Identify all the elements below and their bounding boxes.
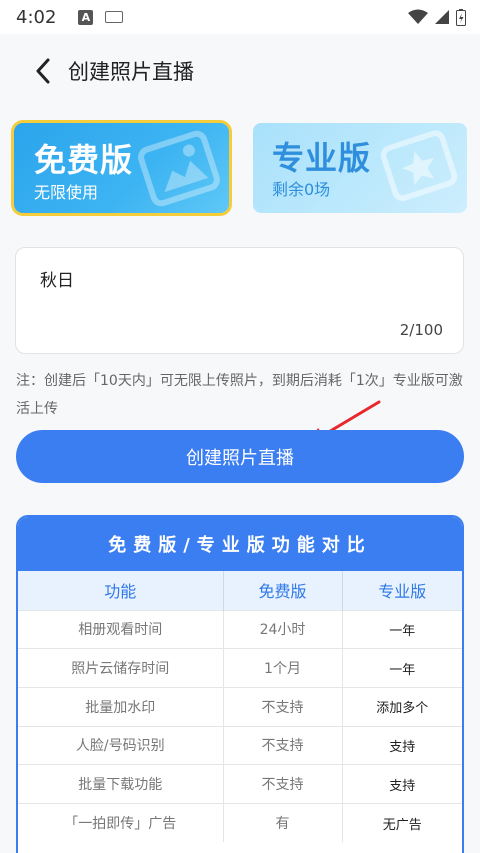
activation-note: 注：创建后「10天内」可无限上传照片，到期后消耗「1次」专业版可激活上传 xyxy=(16,373,463,417)
plan-free-sub: 无限使用 xyxy=(34,183,99,202)
feature-cell: 批量下载功能 xyxy=(18,764,224,804)
pro-cell: 一年 xyxy=(342,609,462,649)
nav-bar: 创建照片直播 xyxy=(0,34,480,108)
free-cell: 24小时 xyxy=(223,609,343,649)
back-button[interactable] xyxy=(30,56,56,86)
table-row: 人脸/号码识别 不支持 支持 xyxy=(18,725,462,765)
free-cell: 不支持 xyxy=(223,764,343,804)
comparison-table: 免费版/专业版功能对比 功能 免费版 专业版 相册观看时间 24小时 一年 照片… xyxy=(16,515,464,853)
header-feature: 功能 xyxy=(18,571,224,610)
free-cell: 不支持 xyxy=(223,725,343,765)
plan-free-name: 免费版 xyxy=(34,141,134,179)
chevron-left-icon xyxy=(36,58,50,84)
status-bar: 4:02 A xyxy=(0,0,480,34)
free-cell: 不支持 xyxy=(223,686,343,727)
photo-ticket-icon xyxy=(138,130,220,207)
plan-card-free[interactable]: 免费版 无限使用 xyxy=(11,120,232,216)
album-title-input[interactable]: 秋日 2/100 xyxy=(15,247,464,354)
feature-cell: 「一拍即传」广告 xyxy=(18,802,224,843)
pro-cell: 添加多个 xyxy=(342,686,462,727)
keyboard-icon xyxy=(105,11,124,23)
cellular-icon xyxy=(435,10,449,24)
table-row: 相册观看时间 24小时 一年 xyxy=(18,609,462,649)
table-header-row: 功能 免费版 专业版 xyxy=(18,571,462,610)
pro-cell: 支持 xyxy=(342,764,462,804)
header-free: 免费版 xyxy=(223,571,343,610)
battery-icon xyxy=(456,8,466,26)
page-title: 创建照片直播 xyxy=(68,60,194,84)
star-ticket-icon xyxy=(380,130,458,201)
feature-cell: 相册观看时间 xyxy=(18,609,224,649)
table-row: 照片云储存时间 1个月 一年 xyxy=(18,648,462,688)
pro-cell: 支持 xyxy=(342,725,462,765)
character-counter: 2/100 xyxy=(399,321,443,339)
table-row: 批量加水印 不支持 添加多个 xyxy=(18,686,462,727)
plan-card-pro[interactable]: 专业版 剩余0场 xyxy=(253,123,467,213)
table-row: 「一拍即传」广告 有 无广告 xyxy=(18,802,462,843)
comparison-grid: 功能 免费版 专业版 相册观看时间 24小时 一年 照片云储存时间 1个月 一年… xyxy=(18,571,462,843)
free-cell: 有 xyxy=(223,802,343,843)
feature-cell: 批量加水印 xyxy=(18,686,224,727)
notification-a-icon: A xyxy=(78,9,94,25)
table-row: 批量下载功能 不支持 支持 xyxy=(18,764,462,804)
status-time: 4:02 xyxy=(16,6,57,28)
feature-cell: 人脸/号码识别 xyxy=(18,725,224,765)
free-cell: 1个月 xyxy=(223,648,343,688)
create-live-button[interactable]: 创建照片直播 xyxy=(16,430,464,483)
plan-pro-name: 专业版 xyxy=(272,139,372,177)
pro-cell: 一年 xyxy=(342,648,462,688)
album-title-value: 秋日 xyxy=(40,271,74,291)
pro-cell: 无广告 xyxy=(342,802,462,843)
wifi-icon xyxy=(408,9,428,24)
plan-pro-sub: 剩余0场 xyxy=(272,180,331,199)
feature-cell: 照片云储存时间 xyxy=(18,648,224,688)
header-pro: 专业版 xyxy=(342,571,462,610)
comparison-title: 免费版/专业版功能对比 xyxy=(18,517,462,571)
